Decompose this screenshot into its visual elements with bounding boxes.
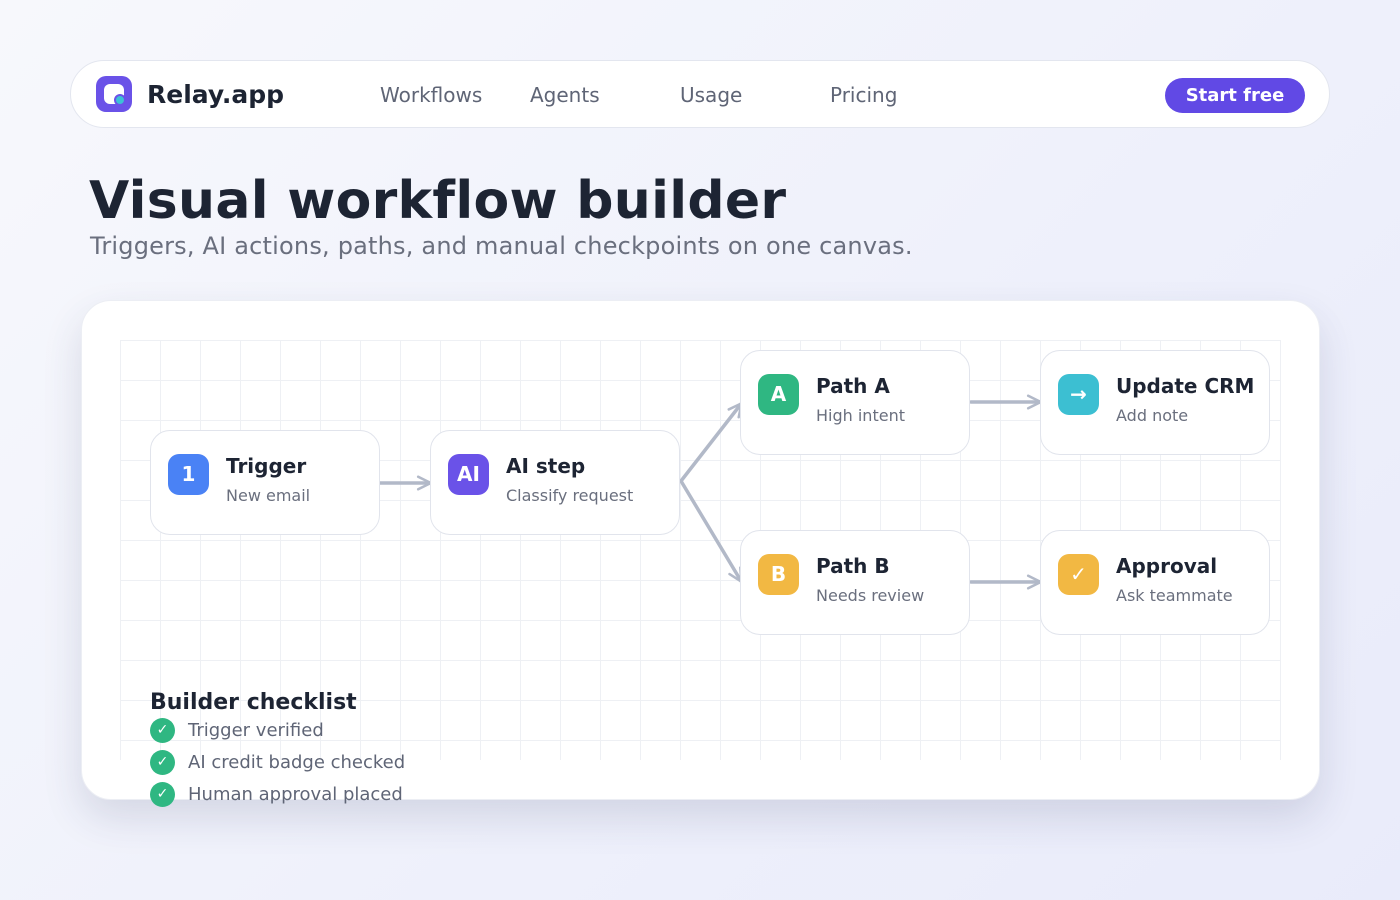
node-title: Trigger	[226, 454, 307, 478]
node-title: Approval	[1116, 554, 1218, 578]
node-title: Update CRM	[1116, 374, 1255, 398]
checklist-item-label: AI credit badge checked	[188, 752, 406, 773]
checkmark-icon: ✓	[1058, 554, 1099, 595]
path-a-icon: A	[758, 374, 799, 415]
step-number-icon: 1	[168, 454, 209, 495]
logo-dot	[114, 94, 126, 106]
node-subtitle: Needs review	[816, 586, 925, 605]
node-subtitle: Ask teammate	[1116, 586, 1233, 605]
node-subtitle: Add note	[1116, 406, 1189, 425]
logo-icon[interactable]	[96, 76, 132, 112]
checklist-item-label: Human approval placed	[188, 784, 403, 805]
path-b-icon: B	[758, 554, 799, 595]
node-title: Path B	[816, 554, 890, 578]
start-free-button[interactable]: Start free	[1165, 78, 1305, 113]
nav-link-pricing[interactable]: Pricing	[830, 82, 897, 108]
top-nav: Relay.app Workflows Agents Usage Pricing…	[70, 60, 1330, 128]
node-subtitle: New email	[226, 486, 311, 505]
checklist-item-label: Trigger verified	[188, 720, 324, 741]
node-update-crm[interactable]: → Update CRM Add note	[1040, 350, 1270, 455]
node-title: Path A	[816, 374, 890, 398]
brand-name[interactable]: Relay.app	[147, 79, 284, 111]
ai-badge-icon: AI	[448, 454, 489, 495]
arrow-right-icon: →	[1058, 374, 1099, 415]
node-ai-step[interactable]: AI AI step Classify request	[430, 430, 680, 535]
node-path-a[interactable]: A Path A High intent	[740, 350, 970, 455]
check-icon: ✓	[150, 718, 175, 743]
check-icon: ✓	[150, 750, 175, 775]
nav-link-agents[interactable]: Agents	[530, 82, 600, 108]
page-subtitle: Triggers, AI actions, paths, and manual …	[90, 232, 913, 260]
check-icon: ✓	[150, 782, 175, 807]
page-title: Visual workflow builder	[89, 171, 787, 231]
nav-link-workflows[interactable]: Workflows	[380, 82, 482, 108]
node-subtitle: Classify request	[506, 486, 634, 505]
builder-checklist-title: Builder checklist	[150, 690, 357, 715]
nav-link-usage[interactable]: Usage	[680, 82, 742, 108]
node-title: AI step	[506, 454, 586, 478]
node-approval[interactable]: ✓ Approval Ask teammate	[1040, 530, 1270, 635]
node-subtitle: High intent	[816, 406, 905, 425]
node-path-b[interactable]: B Path B Needs review	[740, 530, 970, 635]
node-trigger[interactable]: 1 Trigger New email	[150, 430, 380, 535]
